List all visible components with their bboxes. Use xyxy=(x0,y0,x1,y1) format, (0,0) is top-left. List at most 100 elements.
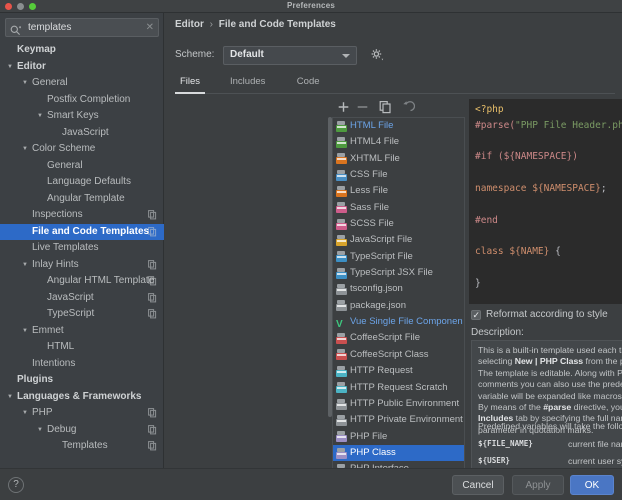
list-item-label: Vue Single File Componen xyxy=(350,316,463,328)
chevron-down-icon xyxy=(342,54,350,58)
ok-button[interactable]: OK xyxy=(570,475,614,495)
sidebar-item-plugins[interactable]: Plugins xyxy=(0,372,164,389)
sass-file-icon xyxy=(336,202,347,214)
gear-icon[interactable] xyxy=(369,47,385,63)
list-item[interactable]: TypeScript JSX File xyxy=(333,265,464,281)
tab-includes[interactable]: Includes xyxy=(230,74,265,94)
list-item[interactable]: Less File xyxy=(333,183,464,199)
sidebar-item-javascript[interactable]: JavaScript xyxy=(0,290,164,307)
list-item[interactable]: XHTML File xyxy=(333,151,464,167)
sidebar-item-inlay-hints[interactable]: ▼ Inlay Hints xyxy=(0,257,164,274)
copy-badge-icon xyxy=(148,424,157,435)
http-private-env-icon xyxy=(336,414,347,426)
settings-sidebar: templates ✕ Keymap ▼ Editor ▼ General Postfix… xyxy=(0,13,164,468)
list-item[interactable]: PHP File xyxy=(333,429,464,445)
list-item[interactable]: HTML4 File xyxy=(333,134,464,150)
sidebar-item-intentions[interactable]: Intentions xyxy=(0,356,164,373)
sidebar-item-general[interactable]: General xyxy=(0,158,164,175)
sidebar-item-inspections[interactable]: Inspections xyxy=(0,207,164,224)
sidebar-item-label: Color Scheme xyxy=(32,143,96,154)
settings-tabs[interactable]: Files Includes Code xyxy=(174,74,615,94)
reformat-checkbox[interactable] xyxy=(471,309,481,321)
list-item-label: CSS File xyxy=(350,169,388,181)
minus-icon[interactable] xyxy=(354,99,371,115)
breadcrumb-root[interactable]: Editor xyxy=(175,19,204,30)
http-request-icon xyxy=(336,365,347,377)
sidebar-item-templates[interactable]: Templates xyxy=(0,438,164,455)
list-item[interactable]: JavaScript File xyxy=(333,232,464,248)
sidebar-item-label: JavaScript xyxy=(47,291,94,303)
sidebar-item-smart-keys[interactable]: ▼ Smart Keys xyxy=(0,108,164,125)
tab-code[interactable]: Code xyxy=(297,74,320,94)
sidebar-item-live-templates[interactable]: Live Templates xyxy=(0,240,164,257)
help-icon[interactable]: ? xyxy=(8,477,24,493)
sidebar-item-php[interactable]: ▼ PHP xyxy=(0,405,164,422)
list-item-label: tsconfig.json xyxy=(350,283,403,295)
sidebar-item-label: TypeScript xyxy=(47,308,95,319)
list-item-label: HTTP Private Environment xyxy=(350,414,463,426)
sidebar-item-language-defaults[interactable]: Language Defaults xyxy=(0,174,164,191)
settings-tree[interactable]: Keymap ▼ Editor ▼ General Postfix Completion ▼… xyxy=(0,42,164,468)
plus-icon[interactable] xyxy=(335,99,352,115)
list-item[interactable]: TypeScript File xyxy=(333,249,464,265)
sidebar-item-javascript[interactable]: JavaScript xyxy=(0,125,164,142)
http-scratch-icon xyxy=(336,382,347,394)
list-item-label: XHTML File xyxy=(350,152,400,164)
sidebar-item-html[interactable]: HTML xyxy=(0,339,164,356)
search-input[interactable]: templates ✕ xyxy=(5,18,159,37)
chevron-down-icon[interactable]: ▼ xyxy=(6,59,14,76)
list-item[interactable]: HTTP Private Environment xyxy=(333,412,464,428)
coffeescript-file-icon xyxy=(336,333,347,345)
search-value: templates xyxy=(28,22,72,33)
list-item[interactable]: HTTP Public Environment xyxy=(333,396,464,412)
sidebar-item-editor[interactable]: ▼ Editor xyxy=(0,59,164,76)
chevron-down-icon[interactable]: ▼ xyxy=(36,108,44,125)
sidebar-item-postfix-completion[interactable]: Postfix Completion xyxy=(0,92,164,109)
list-item[interactable]: CoffeeScript Class xyxy=(333,347,464,363)
template-list[interactable]: HTML File HTML4 File XHTML File CSS File Les… xyxy=(332,117,465,477)
sidebar-item-languages-frameworks[interactable]: ▼ Languages & Frameworks xyxy=(0,389,164,406)
list-item[interactable]: HTTP Request xyxy=(333,363,464,379)
json-file-icon xyxy=(336,284,347,296)
chevron-down-icon[interactable]: ▼ xyxy=(21,141,29,158)
list-item[interactable]: CoffeeScript File xyxy=(333,330,464,346)
list-item[interactable]: SCSS File xyxy=(333,216,464,232)
sidebar-item-general[interactable]: ▼ General xyxy=(0,75,164,92)
chevron-down-icon[interactable]: ▼ xyxy=(21,75,29,92)
chevron-down-icon[interactable]: ▼ xyxy=(6,389,14,406)
copy-icon[interactable] xyxy=(377,99,394,115)
sidebar-item-typescript[interactable]: TypeScript xyxy=(0,306,164,323)
list-item[interactable]: tsconfig.json xyxy=(333,281,464,297)
list-item[interactable]: V Vue Single File Componen xyxy=(333,314,464,330)
json-file-icon xyxy=(336,300,347,312)
typescript-jsx-icon xyxy=(336,267,347,279)
chevron-down-icon[interactable]: ▼ xyxy=(21,405,29,422)
copy-badge-icon xyxy=(148,210,157,220)
sidebar-item-label: Angular Template xyxy=(47,192,125,204)
sidebar-item-debug[interactable]: ▼ Debug xyxy=(0,422,164,439)
list-item[interactable]: HTTP Request Scratch xyxy=(333,380,464,396)
list-item[interactable]: PHP Class xyxy=(333,444,464,462)
template-code-editor[interactable]: <?php#parse("PHP File Header.php") #if (… xyxy=(469,99,622,304)
css-file-icon xyxy=(336,169,347,181)
sidebar-item-file-and-code-templates[interactable]: File and Code Templates xyxy=(0,223,164,240)
scheme-select[interactable]: Default xyxy=(223,46,357,65)
revert-icon[interactable] xyxy=(398,99,416,115)
chevron-down-icon[interactable]: ▼ xyxy=(36,422,44,439)
list-item[interactable]: HTML File xyxy=(333,118,464,134)
sidebar-item-keymap[interactable]: Keymap xyxy=(0,42,164,59)
list-item[interactable]: package.json xyxy=(333,298,464,314)
tab-files[interactable]: Files xyxy=(174,74,206,94)
clear-icon[interactable]: ✕ xyxy=(146,22,154,34)
list-item[interactable]: CSS File xyxy=(333,167,464,183)
chevron-down-icon[interactable]: ▼ xyxy=(21,257,29,274)
chevron-down-icon[interactable]: ▼ xyxy=(21,323,29,340)
sidebar-item-angular-html-template[interactable]: Angular HTML Template xyxy=(0,273,164,290)
list-item[interactable]: Sass File xyxy=(333,200,464,216)
sidebar-item-emmet[interactable]: ▼ Emmet xyxy=(0,323,164,340)
cancel-button[interactable]: Cancel xyxy=(452,475,504,495)
xhtml-file-icon xyxy=(336,153,347,165)
apply-button[interactable]: Apply xyxy=(512,475,564,495)
sidebar-item-angular-template[interactable]: Angular Template xyxy=(0,191,164,208)
sidebar-item-color-scheme[interactable]: ▼ Color Scheme xyxy=(0,141,164,158)
